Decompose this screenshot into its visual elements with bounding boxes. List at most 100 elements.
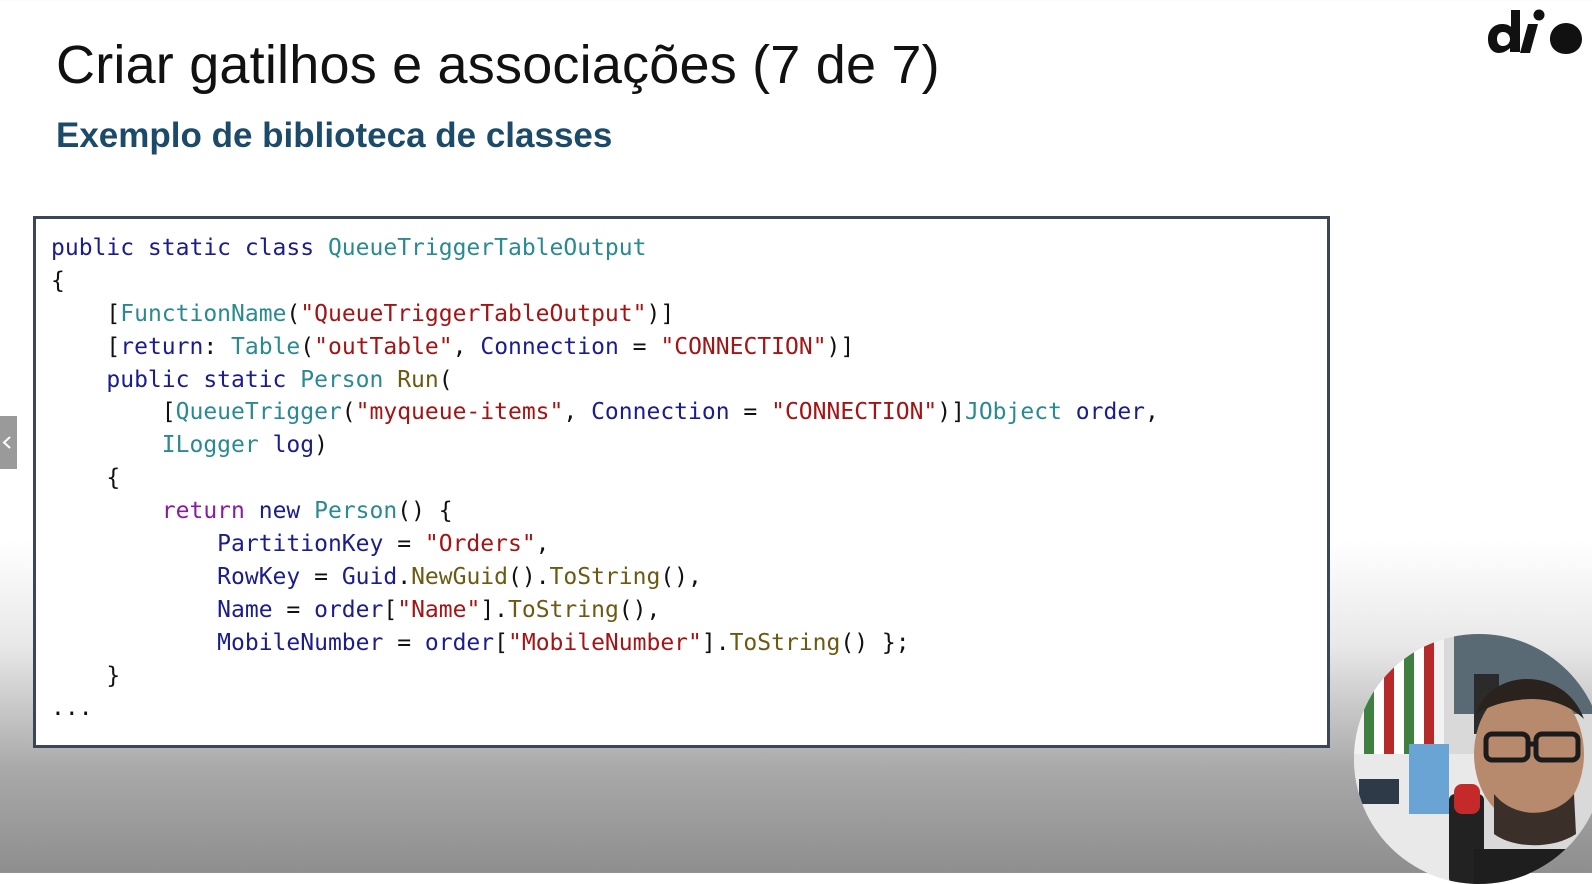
code-token: PartitionKey [217, 531, 384, 558]
code-line: [return: Table("outTable", Connection = … [51, 331, 1159, 364]
slide-subtitle: Exemplo de biblioteca de classes [56, 116, 613, 155]
code-line: { [51, 265, 1159, 298]
code-token: )] [646, 300, 675, 327]
code-token: { [51, 267, 65, 294]
code-token: "CONNECTION" [660, 333, 827, 360]
code-line: { [51, 462, 1159, 495]
code-block: public static class QueueTriggerTableOut… [33, 216, 1330, 748]
code-line: return new Person() { [51, 495, 1159, 528]
code-token: } [51, 662, 121, 689]
dio-logo-icon [1488, 9, 1582, 54]
code-token: , [563, 399, 592, 426]
code-token: FunctionName [120, 300, 287, 327]
code-token: ToString [729, 629, 841, 656]
code-token: Table [231, 333, 301, 360]
code-token: = [383, 531, 425, 558]
code-token: [ [51, 300, 121, 327]
code-line: Name = order["Name"].ToString(), [51, 594, 1159, 627]
code-line: } [51, 660, 1159, 693]
code-token: return [120, 333, 204, 360]
code-token: "QueueTriggerTableOutput" [300, 300, 647, 327]
code-token: Connection [480, 333, 619, 360]
code-token: [ [51, 399, 176, 426]
code-token: public static class [51, 235, 328, 261]
code-token: (). [508, 563, 550, 590]
code-token: : [203, 333, 232, 360]
code-line: ... [51, 692, 1159, 725]
code-token: ( [438, 366, 453, 393]
code-token: = [618, 333, 661, 360]
code-token: (), [660, 563, 702, 590]
code-token: order [1075, 399, 1146, 426]
code-line: [QueueTrigger("myqueue-items", Connectio… [51, 396, 1159, 429]
code-token: Person [300, 366, 384, 393]
code-token: "outTable" [314, 333, 453, 360]
code-token: { [51, 465, 121, 492]
code-token: = [300, 563, 342, 590]
code-token: QueueTrigger [175, 399, 342, 426]
code-line: MobileNumber = order["MobileNumber"].ToS… [51, 627, 1159, 660]
code-token: () { [397, 498, 453, 525]
code-token: [ [383, 596, 398, 623]
code-token: ( [341, 399, 356, 426]
code-token: Connection [591, 399, 730, 426]
code-line: public static Person Run( [51, 364, 1159, 397]
code-token: new [258, 498, 301, 525]
code-token: = [272, 596, 315, 623]
code-token: ... [51, 695, 93, 722]
code-token: Run [397, 366, 439, 393]
code-token: "MobileNumber" [508, 629, 702, 656]
code-token: , [452, 333, 481, 360]
code-token: MobileNumber [217, 629, 384, 656]
code-token: ToString [508, 596, 619, 623]
side-panel-toggle[interactable] [0, 416, 17, 469]
code-token: , [535, 531, 550, 558]
code-token: [ [494, 629, 508, 656]
code-token: NewGuid [411, 563, 508, 590]
code-token: order [424, 629, 495, 656]
code-token: "myqueue-items" [355, 399, 564, 426]
presenter-photo [1354, 634, 1592, 884]
code-token: public static [51, 366, 301, 393]
code-token: ILogger [161, 432, 259, 459]
code-token: ) [314, 432, 328, 459]
code-token: Person [314, 498, 398, 525]
code-token: ( [286, 300, 301, 327]
code-token: ]. [701, 629, 730, 656]
code-token: Name [217, 596, 273, 623]
code-token: )] [937, 399, 965, 426]
code-line: ILogger log) [51, 429, 1159, 462]
code-line: PartitionKey = "Orders", [51, 528, 1159, 561]
slide-title: Criar gatilhos e associações (7 de 7) [56, 35, 940, 95]
code-token: ( [300, 333, 315, 360]
code-token: RowKey [217, 563, 301, 590]
code-token: , [1145, 399, 1159, 426]
code-token: [ [51, 333, 121, 360]
code-token: = [383, 629, 425, 656]
code-token: )] [826, 333, 855, 360]
code-listing: public static class QueueTriggerTableOut… [51, 232, 1159, 725]
code-token: . [397, 563, 412, 590]
code-token: QueueTriggerTableOutput [327, 235, 647, 261]
code-line: public static class QueueTriggerTableOut… [51, 232, 1159, 265]
code-token: ToString [549, 563, 661, 590]
code-token: JObject [964, 399, 1062, 426]
code-token: order [314, 596, 384, 623]
code-token: = [729, 399, 772, 426]
code-token: "CONNECTION" [771, 399, 938, 426]
code-token: return [161, 498, 245, 525]
code-token: "Orders" [424, 531, 536, 558]
code-token: ]. [480, 596, 509, 623]
code-token: Guid [341, 563, 398, 590]
code-token: "Name" [397, 596, 481, 623]
presenter-webcam [1354, 634, 1592, 884]
